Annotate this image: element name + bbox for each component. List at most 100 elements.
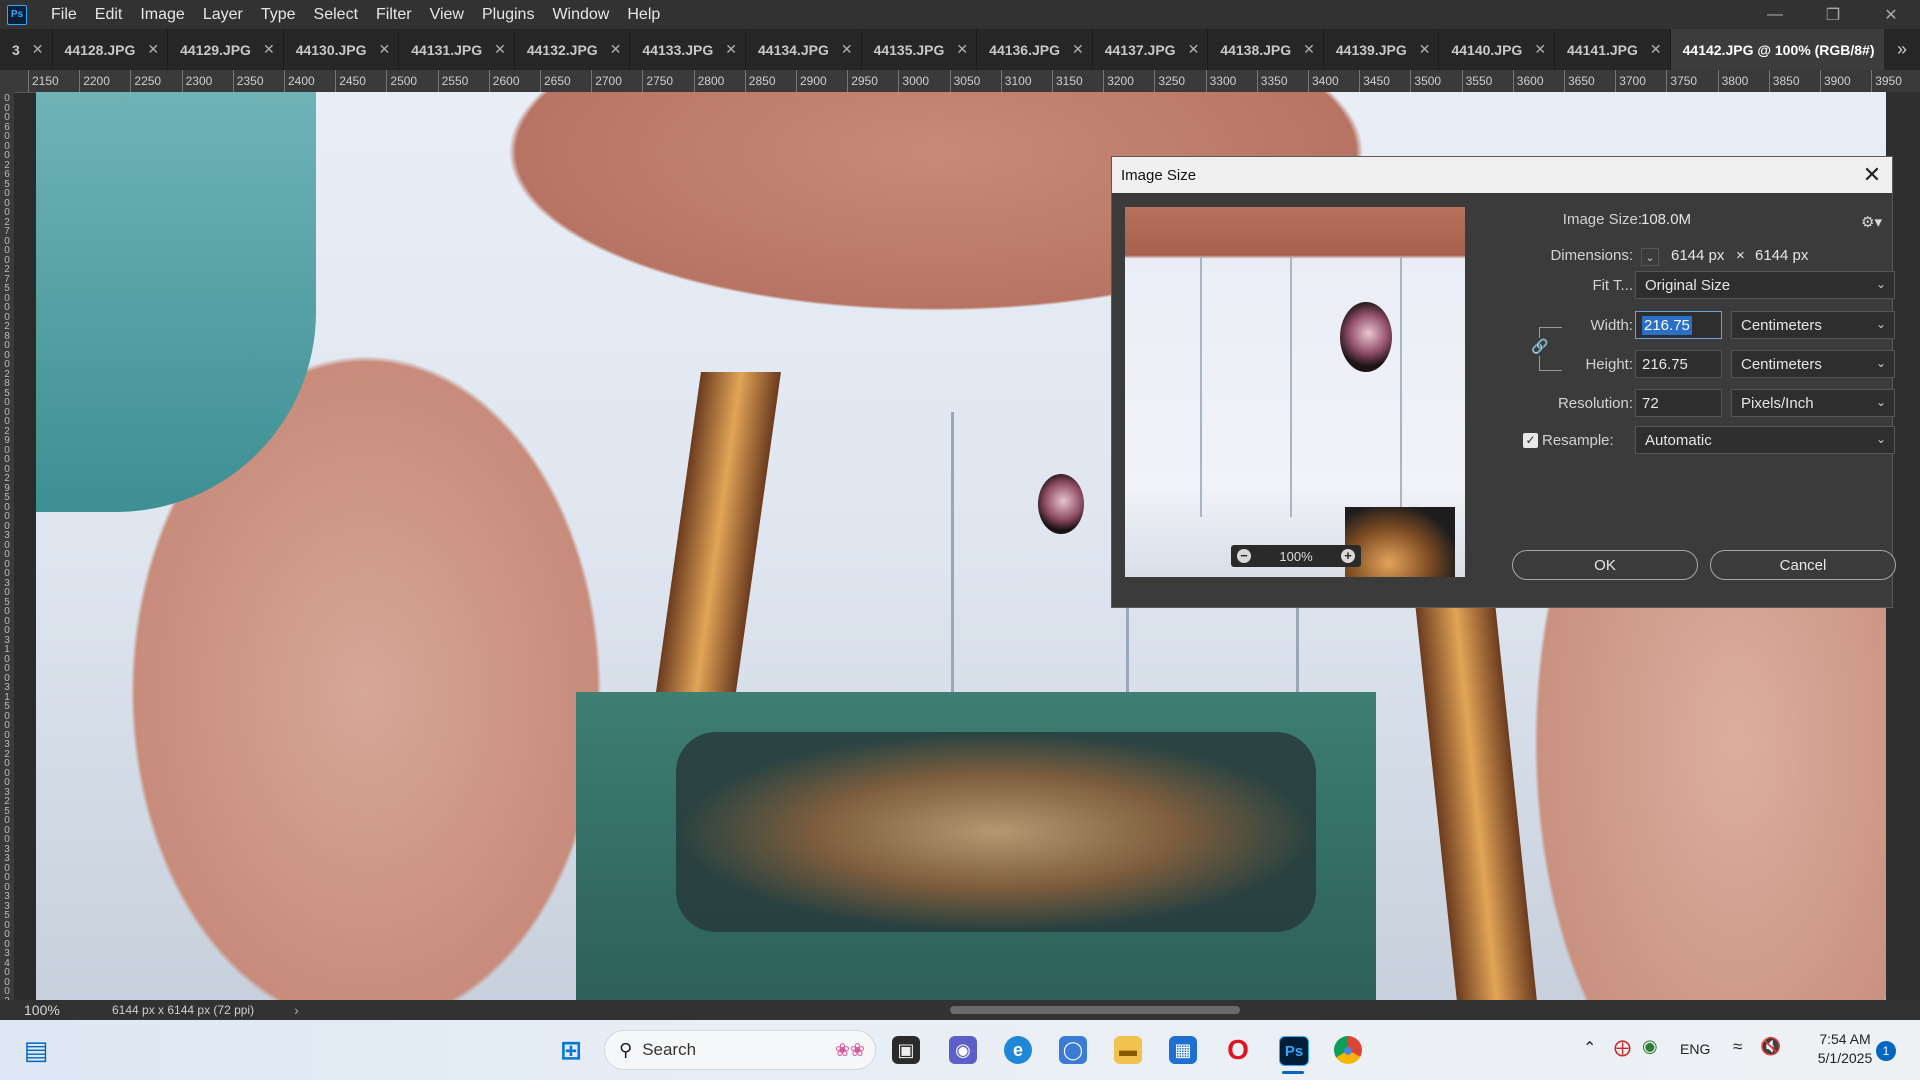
edge-browser-icon[interactable]: e: [1004, 1036, 1032, 1064]
tab-document[interactable]: 44137.JPG ✕: [1093, 29, 1209, 70]
resample-label: Resample:: [1542, 432, 1614, 449]
status-document-info: 6144 px x 6144 px (72 ppi): [112, 1003, 255, 1017]
canvas-gem-ornament: [1038, 474, 1084, 534]
tab-close-icon[interactable]: ✕: [841, 41, 853, 58]
fit-to-dropdown[interactable]: Original Size ⌄: [1635, 271, 1895, 299]
resample-checkbox[interactable]: ✓: [1523, 433, 1538, 448]
tab-document[interactable]: 44141.JPG ✕: [1555, 29, 1671, 70]
tab-document[interactable]: 44130.JPG ✕: [284, 29, 400, 70]
tab-close-icon[interactable]: ✕: [147, 41, 159, 58]
resample-dropdown[interactable]: Automatic ⌄: [1635, 426, 1895, 454]
dialog-title-bar[interactable]: Image Size ✕: [1112, 157, 1892, 193]
tab-close-icon[interactable]: ✕: [379, 41, 391, 58]
height-unit-dropdown[interactable]: Centimeters ⌄: [1731, 350, 1895, 378]
menu-file[interactable]: File: [42, 0, 86, 29]
file-explorer-icon[interactable]: ▬: [1114, 1036, 1142, 1064]
tab-close-icon[interactable]: ✕: [494, 41, 506, 58]
tab-close-icon[interactable]: ✕: [32, 41, 44, 58]
fit-to-label: Fit T...: [1592, 277, 1633, 294]
tab-close-icon[interactable]: ✕: [1534, 41, 1546, 58]
vertical-ruler[interactable]: 0006000265000270002750002800028500029000…: [0, 92, 14, 1000]
status-expand-arrow-icon[interactable]: ›: [294, 1002, 299, 1018]
windows-start-icon[interactable]: ⊞: [557, 1035, 585, 1065]
tab-document[interactable]: 44129.JPG ✕: [168, 29, 284, 70]
photoshop-logo-icon[interactable]: Ps: [7, 4, 27, 25]
tab-close-icon[interactable]: ✕: [956, 41, 968, 58]
tab-document[interactable]: 44135.JPG ✕: [862, 29, 978, 70]
tab-close-icon[interactable]: ✕: [610, 41, 622, 58]
zoom-in-icon[interactable]: +: [1341, 549, 1355, 563]
tab-document[interactable]: 44133.JPG ✕: [630, 29, 746, 70]
ruler-tick-label: 3150: [1052, 70, 1083, 92]
microsoft-store-icon[interactable]: ▦: [1169, 1036, 1197, 1064]
tab-document[interactable]: 44128.JPG ✕: [53, 29, 169, 70]
image-size-value: 108.0M: [1641, 211, 1692, 228]
tab-label: 44131.JPG: [411, 41, 483, 58]
lens-camera-icon[interactable]: ◯: [1059, 1036, 1087, 1064]
tab-close-icon[interactable]: ✕: [1419, 41, 1431, 58]
menu-edit[interactable]: Edit: [86, 0, 132, 29]
tab-document[interactable]: 44139.JPG ✕: [1324, 29, 1440, 70]
tab-document[interactable]: 3 ✕: [0, 29, 53, 70]
tray-vpn-icon[interactable]: ⨁: [1614, 1038, 1631, 1058]
widgets-icon[interactable]: ▤: [22, 1035, 50, 1065]
width-input[interactable]: 216.75: [1635, 311, 1722, 339]
wifi-icon[interactable]: ≈: [1733, 1037, 1742, 1057]
tab-close-icon[interactable]: ✕: [1303, 41, 1315, 58]
menu-layer[interactable]: Layer: [194, 0, 252, 29]
photoshop-taskbar-icon[interactable]: Ps: [1279, 1036, 1309, 1066]
close-icon[interactable]: ✕: [1860, 162, 1884, 187]
tab-close-icon[interactable]: ✕: [1072, 41, 1084, 58]
ruler-tick-label: 2500: [386, 70, 418, 92]
constrain-proportions-link-icon[interactable]: 🔗: [1531, 338, 1548, 356]
menu-view[interactable]: View: [421, 0, 473, 29]
tab-close-icon[interactable]: ✕: [725, 41, 737, 58]
width-unit-dropdown[interactable]: Centimeters ⌄: [1731, 311, 1895, 339]
cancel-button[interactable]: Cancel: [1710, 550, 1896, 580]
tab-label: 44133.JPG: [642, 41, 714, 58]
tray-overflow-chevron-icon[interactable]: ⌃: [1583, 1038, 1596, 1058]
tab-close-icon[interactable]: ✕: [1188, 41, 1200, 58]
status-zoom-level[interactable]: 100%: [24, 1002, 94, 1018]
task-view-icon[interactable]: ▣: [892, 1036, 920, 1064]
tab-document[interactable]: 44136.JPG ✕: [977, 29, 1093, 70]
menu-select[interactable]: Select: [305, 0, 367, 29]
tab-document[interactable]: 44134.JPG ✕: [746, 29, 862, 70]
menu-plugins[interactable]: Plugins: [473, 0, 543, 29]
height-input[interactable]: 216.75: [1635, 350, 1722, 378]
tab-document[interactable]: 44131.JPG ✕: [399, 29, 515, 70]
notification-badge[interactable]: 1: [1876, 1041, 1896, 1061]
chrome-browser-icon[interactable]: ●: [1334, 1036, 1362, 1064]
menu-image[interactable]: Image: [131, 0, 193, 29]
horizontal-ruler[interactable]: 2150 2200 2250 2300 2350 2400 2450 2500 2550 2600…: [14, 70, 1920, 93]
close-window-icon[interactable]: ✕: [1862, 0, 1920, 29]
menu-window[interactable]: Window: [543, 0, 618, 29]
tab-document[interactable]: 44132.JPG ✕: [515, 29, 631, 70]
resolution-unit-dropdown[interactable]: Pixels/Inch ⌄: [1731, 389, 1895, 417]
taskbar-search[interactable]: ⚲ Search ❀❀: [604, 1030, 876, 1070]
horizontal-scrollbar-thumb[interactable]: [950, 1006, 1240, 1014]
menu-filter[interactable]: Filter: [367, 0, 421, 29]
speaker-muted-icon[interactable]: 🔇: [1760, 1037, 1781, 1057]
restore-icon[interactable]: ❐: [1804, 0, 1862, 29]
tab-document[interactable]: 44138.JPG ✕: [1208, 29, 1324, 70]
minimize-icon[interactable]: —: [1746, 0, 1804, 29]
zoom-out-icon[interactable]: −: [1237, 549, 1251, 563]
settings-gear-icon[interactable]: ⚙▾: [1861, 213, 1882, 231]
opera-browser-icon[interactable]: O: [1224, 1034, 1252, 1065]
tray-language[interactable]: ENG: [1680, 1041, 1710, 1057]
resolution-input[interactable]: 72: [1635, 389, 1722, 417]
teams-meet-icon[interactable]: ◉: [949, 1036, 977, 1064]
image-preview[interactable]: − 100% +: [1125, 207, 1465, 577]
tab-close-icon[interactable]: ✕: [263, 41, 275, 58]
ok-button[interactable]: OK: [1512, 550, 1698, 580]
horizontal-scrollbar[interactable]: [310, 1003, 1880, 1017]
tab-active-document[interactable]: 44142.JPG @ 100% (RGB/8#)✕: [1670, 29, 1908, 70]
menu-type[interactable]: Type: [252, 0, 305, 29]
menu-help[interactable]: Help: [618, 0, 669, 29]
tab-overflow-chevron-icon[interactable]: »: [1884, 29, 1920, 70]
tab-document[interactable]: 44140.JPG ✕: [1439, 29, 1556, 70]
tray-app-icon[interactable]: ◉: [1642, 1036, 1658, 1057]
tab-close-icon[interactable]: ✕: [1650, 41, 1662, 58]
dimensions-unit-chevron-icon[interactable]: ⌄: [1641, 248, 1659, 266]
